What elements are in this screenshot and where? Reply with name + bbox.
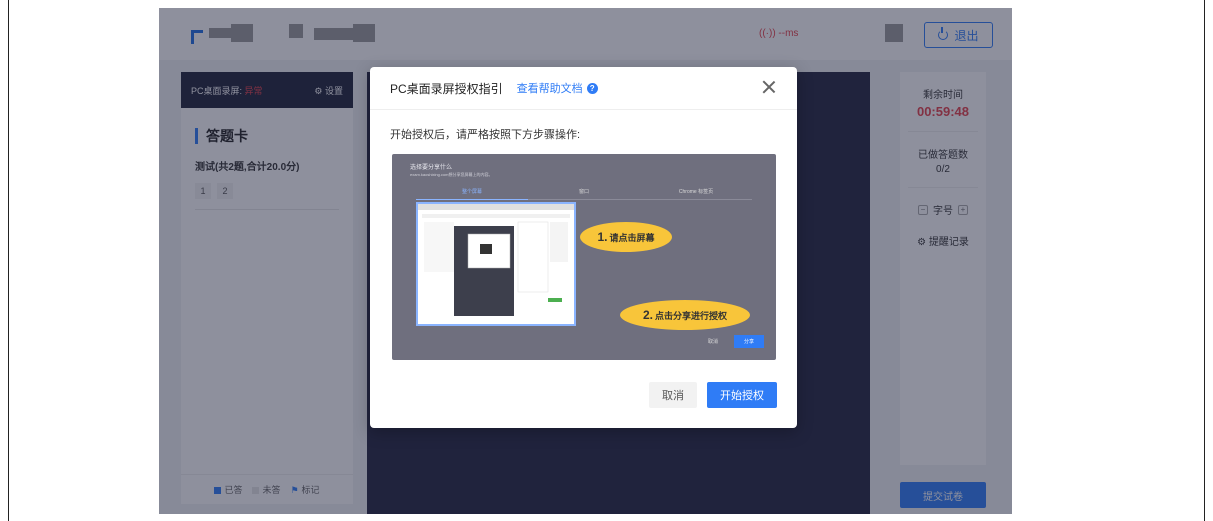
dialog-header: PC桌面录屏授权指引 查看帮助文档 ? (370, 67, 797, 110)
dialog-description: 开始授权后，请严格按照下方步骤操作: (390, 129, 581, 141)
step2-text: 点击分享进行授权 (655, 310, 728, 321)
screenshot-frame: ((·)) --ms 退出 PC桌面录屏: 异常 ⚙ 设置 答题卡 测试(共2题… (8, 0, 1205, 521)
screen-record-auth-dialog: PC桌面录屏授权指引 查看帮助文档 ? 开始授权后，请严格按照下方步骤操作: 选… (370, 67, 797, 428)
illustration-heading: 选择要分享什么 (410, 165, 453, 171)
exam-app: ((·)) --ms 退出 PC桌面录屏: 异常 ⚙ 设置 答题卡 测试(共2题… (159, 8, 1012, 514)
illustration-share: 分享 (734, 335, 764, 348)
illustration-tab-window: 窗口 (528, 188, 640, 200)
screen-thumbnail (416, 202, 576, 326)
cancel-button[interactable]: 取消 (649, 382, 697, 408)
illustration-tab-entire-screen: 整个屏幕 (416, 188, 528, 200)
illustration-subheading: exam.kaoshixing.com想分享您屏幕上的内容。 (410, 172, 493, 177)
illustration-tab-chrome: Chrome 标签页 (640, 188, 752, 200)
step1-number: 1. (597, 230, 608, 244)
step1-bubble: 1. 请点击屏幕 (580, 222, 672, 252)
help-icon: ? (586, 82, 598, 94)
step2-number: 2. (642, 308, 653, 322)
close-icon[interactable] (761, 79, 777, 95)
help-doc-link[interactable]: 查看帮助文档 ? (517, 80, 598, 96)
dialog-footer: 取消 开始授权 (649, 382, 777, 408)
share-screen-illustration: 选择要分享什么 exam.kaoshixing.com想分享您屏幕上的内容。 整… (392, 154, 776, 360)
illustration-cancel: 取消 (708, 339, 719, 345)
start-authorization-button[interactable]: 开始授权 (707, 382, 777, 408)
screen-thumbnail-image (418, 204, 574, 316)
illustration-tabs: 整个屏幕 窗口 Chrome 标签页 (416, 188, 752, 200)
step1-text: 请点击屏幕 (609, 232, 655, 243)
help-doc-link-label: 查看帮助文档 (516, 83, 583, 95)
dialog-title: PC桌面录屏授权指引 (390, 81, 503, 96)
step2-bubble: 2. 点击分享进行授权 (620, 300, 750, 330)
